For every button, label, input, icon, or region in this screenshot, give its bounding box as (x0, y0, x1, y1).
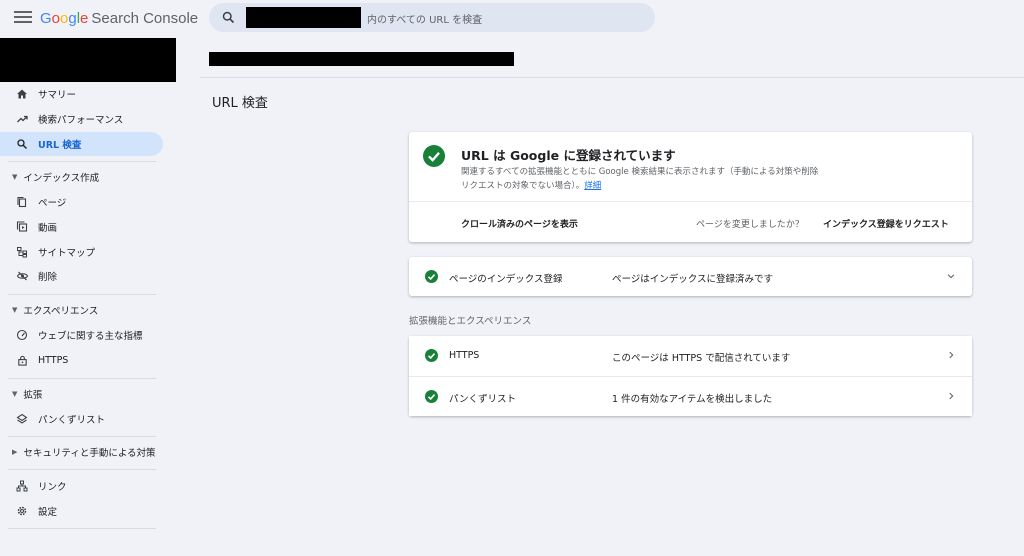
search-icon (222, 11, 235, 24)
layers-icon (16, 413, 28, 424)
video-icon (16, 221, 28, 232)
sidebar-item-label: ウェブに関する主な指標 (38, 331, 143, 342)
caret-down-icon: ▼ (12, 173, 18, 181)
caret-down-icon: ▼ (12, 306, 18, 314)
logo-letter: G (40, 10, 52, 27)
sidebar-item-label: リンク (38, 482, 67, 493)
sidebar-item-label: ページ (38, 198, 67, 209)
sidebar-section-security[interactable]: ▶ セキュリティと手動による対策 (0, 442, 160, 462)
logo-letter: g (68, 10, 77, 27)
sidebar-divider (8, 528, 156, 529)
home-icon (17, 89, 27, 99)
details-link[interactable]: 詳細 (584, 181, 601, 191)
description-text: 関連するすべての拡張機能とともに Google 検索結果に表示されます（手動によ… (461, 167, 819, 191)
sidebar-item-performance[interactable]: 検索パフォーマンス (0, 107, 163, 131)
request-indexing-button[interactable]: インデックス登録をリクエスト (823, 217, 949, 230)
section-label: インデックス作成 (23, 173, 100, 184)
sitemap-icon (17, 247, 27, 258)
sidebar-item-label: サイトマップ (38, 248, 96, 259)
index-status-description: 関連するすべての拡張機能とともに Google 検索結果に表示されます（手動によ… (461, 165, 821, 193)
breadcrumbs-row[interactable]: パンくずリスト 1 件の有効なアイテムを検出しました (409, 377, 972, 416)
page-changed-question: ページを変更しましたか？ (696, 220, 804, 230)
index-status-title: URL は Google に登録されています (461, 148, 676, 163)
sidebar-section-experience[interactable]: ▼ エクスペリエンス (0, 300, 160, 320)
chevron-right-icon[interactable] (946, 389, 956, 403)
caret-down-icon: ▼ (12, 390, 18, 398)
section-label: エクスペリエンス (23, 306, 99, 317)
check-circle-icon (425, 270, 438, 283)
row-label: パンくずリスト (449, 394, 516, 405)
sidebar-item-pages[interactable]: ページ (0, 190, 163, 214)
sidebar-divider (8, 436, 156, 437)
sidebar-item-breadcrumbs[interactable]: パンくずリスト (0, 407, 163, 431)
speed-icon (16, 329, 28, 341)
check-circle-icon (423, 145, 445, 167)
row-label: ページのインデックス登録 (449, 274, 563, 285)
sidebar-item-label: HTTPS (38, 354, 69, 366)
sidebar-section-indexing[interactable]: ▼ インデックス作成 (0, 167, 160, 187)
lock-icon (17, 355, 27, 366)
url-inspection-search-bar[interactable]: 内のすべての URL を検査 (209, 3, 655, 32)
search-icon (17, 139, 27, 149)
sidebar-item-https[interactable]: HTTPS (0, 348, 163, 372)
card-divider (409, 201, 972, 202)
sidebar-item-core-web-vitals[interactable]: ウェブに関する主な指標 (0, 323, 163, 347)
property-selector[interactable] (0, 38, 176, 82)
row-value: 1 件の有効なアイテムを検出しました (612, 394, 773, 405)
sidebar-item-removals[interactable]: 削除 (0, 264, 163, 288)
chevron-down-icon[interactable] (946, 269, 956, 283)
sidebar-divider (8, 161, 156, 162)
links-icon (16, 480, 28, 492)
check-circle-icon (425, 390, 438, 403)
sidebar-divider (8, 469, 156, 470)
https-row[interactable]: HTTPS このページは HTTPS で配信されています (409, 336, 972, 375)
pages-icon (17, 196, 27, 208)
settings-icon (17, 506, 27, 516)
sidebar-item-label: 設定 (38, 507, 58, 518)
trending-icon (16, 115, 28, 123)
redacted-property-name (246, 7, 361, 28)
main-menu-button[interactable] (14, 11, 32, 25)
inspected-url (209, 52, 514, 66)
check-circle-icon (425, 349, 438, 362)
row-label: HTTPS (449, 350, 480, 361)
sidebar-section-enhancements[interactable]: ▼ 拡張 (0, 384, 160, 404)
sidebar-item-links[interactable]: リンク (0, 474, 163, 498)
sidebar-item-settings[interactable]: 設定 (0, 499, 163, 523)
sidebar-item-url-inspection[interactable]: URL 検査 (0, 132, 163, 156)
page-indexing-row[interactable]: ページのインデックス登録 ページはインデックスに登録済みです (409, 257, 972, 296)
page-title: URL 検査 (212, 96, 268, 111)
sidebar-divider (8, 294, 156, 295)
caret-right-icon: ▶ (12, 448, 18, 456)
sidebar-item-summary[interactable]: サマリー (0, 82, 163, 106)
row-value: ページはインデックスに登録済みです (612, 274, 774, 285)
sidebar-item-sitemaps[interactable]: サイトマップ (0, 240, 163, 264)
enhancements-section-label: 拡張機能とエクスペリエンス (409, 316, 532, 327)
sidebar-item-label: URL 検査 (38, 140, 82, 151)
sidebar-item-label: 検索パフォーマンス (38, 115, 124, 126)
view-crawled-page-button[interactable]: クロール済みのページを表示 (461, 217, 578, 230)
logo-letter: o (51, 10, 61, 27)
sidebar-divider (8, 378, 156, 379)
sidebar-item-label: サマリー (38, 90, 77, 101)
sidebar-item-label: 動画 (38, 223, 58, 234)
header-divider (200, 77, 1024, 78)
row-value: このページは HTTPS で配信されています (612, 353, 791, 364)
index-status-card: URL は Google に登録されています 関連するすべての拡張機能とともに … (409, 132, 972, 242)
section-label: 拡張 (23, 390, 43, 401)
logo-suffix: Search Console (91, 10, 199, 27)
sidebar-item-video[interactable]: 動画 (0, 215, 163, 239)
sidebar-item-label: 削除 (38, 272, 58, 283)
search-console-logo[interactable]: Google Search Console (40, 10, 198, 27)
sidebar-item-label: パンくずリスト (38, 415, 105, 426)
visibility-off-icon (16, 271, 28, 281)
logo-letter: e (80, 10, 89, 27)
chevron-right-icon[interactable] (946, 348, 956, 362)
section-label: セキュリティと手動による対策 (23, 448, 156, 459)
search-placeholder: 内のすべての URL を検査 (367, 15, 483, 26)
